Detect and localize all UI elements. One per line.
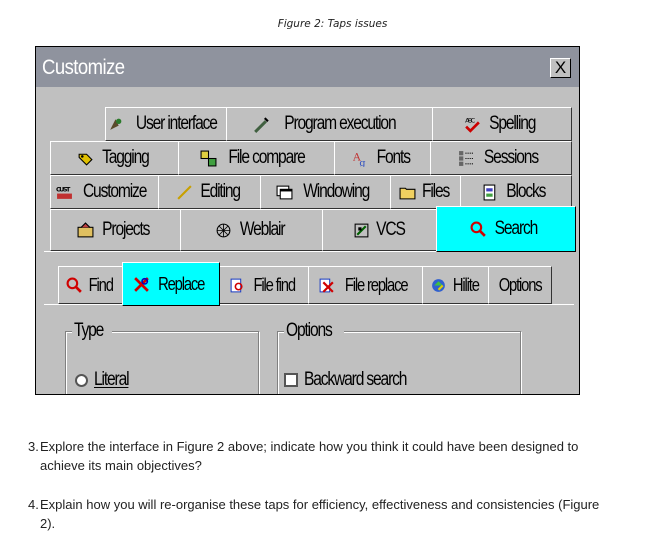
close-button[interactable]: X <box>550 58 571 78</box>
tab-tagging[interactable]: Tagging <box>50 141 180 175</box>
options-group-label: Options <box>284 320 344 342</box>
svg-text:ABC: ABC <box>465 116 476 124</box>
question-3: 3. Explore the interface in Figure 2 abo… <box>28 439 579 473</box>
question-3-text: Explore the interface in Figure 2 above;… <box>40 439 579 473</box>
tab-file-compare[interactable]: File compare <box>178 141 336 175</box>
file-replace-icon <box>319 278 334 293</box>
vcs-icon <box>354 223 368 237</box>
subtab-find[interactable]: Find <box>58 266 124 304</box>
tab-windowing[interactable]: Windowing <box>260 175 392 209</box>
tab-files[interactable]: Files <box>390 175 462 209</box>
type-group: Type Literal <box>65 320 259 394</box>
question-4: 4. Explain how you will re-organise thes… <box>28 497 600 531</box>
find-icon <box>66 277 83 293</box>
customize-dialog: Customize X User interface Program execu… <box>35 46 580 395</box>
weblair-icon <box>216 223 231 237</box>
options-group: Options Backward search <box>277 320 521 394</box>
user-interface-icon <box>110 118 122 130</box>
projects-icon <box>77 221 94 237</box>
tab-editing[interactable]: Editing <box>158 175 262 209</box>
subtab-replace[interactable]: Replace <box>122 262 220 306</box>
tab-vcs[interactable]: VCS <box>322 209 438 251</box>
tab-user-interface[interactable]: User interface <box>105 107 228 141</box>
backward-search-option[interactable]: Backward search <box>284 369 429 391</box>
tab-projects[interactable]: Projects <box>50 209 182 251</box>
backward-search-checkbox[interactable] <box>284 373 298 387</box>
tab-fonts[interactable]: Ag Fonts <box>334 141 432 175</box>
svg-text:CUST: CUST <box>56 185 71 193</box>
window-title: Customize <box>42 56 125 79</box>
backward-search-label: Backward search <box>304 369 407 390</box>
customize-icon: CUST <box>56 185 73 199</box>
subtab-hilite[interactable]: Hilite <box>422 266 490 304</box>
title-bar[interactable]: Customize X <box>36 47 579 87</box>
tab-search[interactable]: Search <box>436 206 576 252</box>
tab-blocks[interactable]: Blocks <box>460 175 572 209</box>
question-4-text: Explain how you will re-organise these t… <box>40 497 600 531</box>
tab-sessions[interactable]: Sessions <box>430 141 572 175</box>
replace-icon <box>134 276 149 292</box>
windowing-icon <box>276 185 293 199</box>
hilite-icon <box>432 278 446 292</box>
subtab-file-replace[interactable]: File replace <box>308 266 424 304</box>
type-group-label: Type <box>72 320 112 342</box>
editing-icon <box>177 184 192 200</box>
file-compare-icon <box>201 150 217 166</box>
figure-caption: Figure 2: Taps issues <box>277 18 388 30</box>
literal-radio-button[interactable] <box>75 373 88 387</box>
svg-text:g: g <box>359 157 365 166</box>
sessions-icon <box>459 150 474 166</box>
subtab-file-find[interactable]: File find <box>218 266 310 304</box>
subtab-options[interactable]: Options <box>488 266 552 304</box>
blocks-icon <box>483 184 496 200</box>
files-icon <box>399 187 416 199</box>
tab-program-execution[interactable]: Program execution <box>226 107 434 141</box>
file-find-icon <box>230 278 243 292</box>
tab-spelling[interactable]: ABC Spelling <box>432 107 572 141</box>
search-icon <box>470 221 486 237</box>
tab-weblair[interactable]: Weblair <box>180 209 324 251</box>
spelling-icon: ABC <box>465 116 480 133</box>
fonts-icon: Ag <box>353 150 367 166</box>
literal-label: Literal <box>94 369 130 390</box>
tab-customize[interactable]: CUST Customize <box>50 175 160 209</box>
program-execution-icon <box>254 116 269 133</box>
tagging-icon <box>78 153 93 166</box>
literal-radio[interactable]: Literal <box>75 369 136 391</box>
